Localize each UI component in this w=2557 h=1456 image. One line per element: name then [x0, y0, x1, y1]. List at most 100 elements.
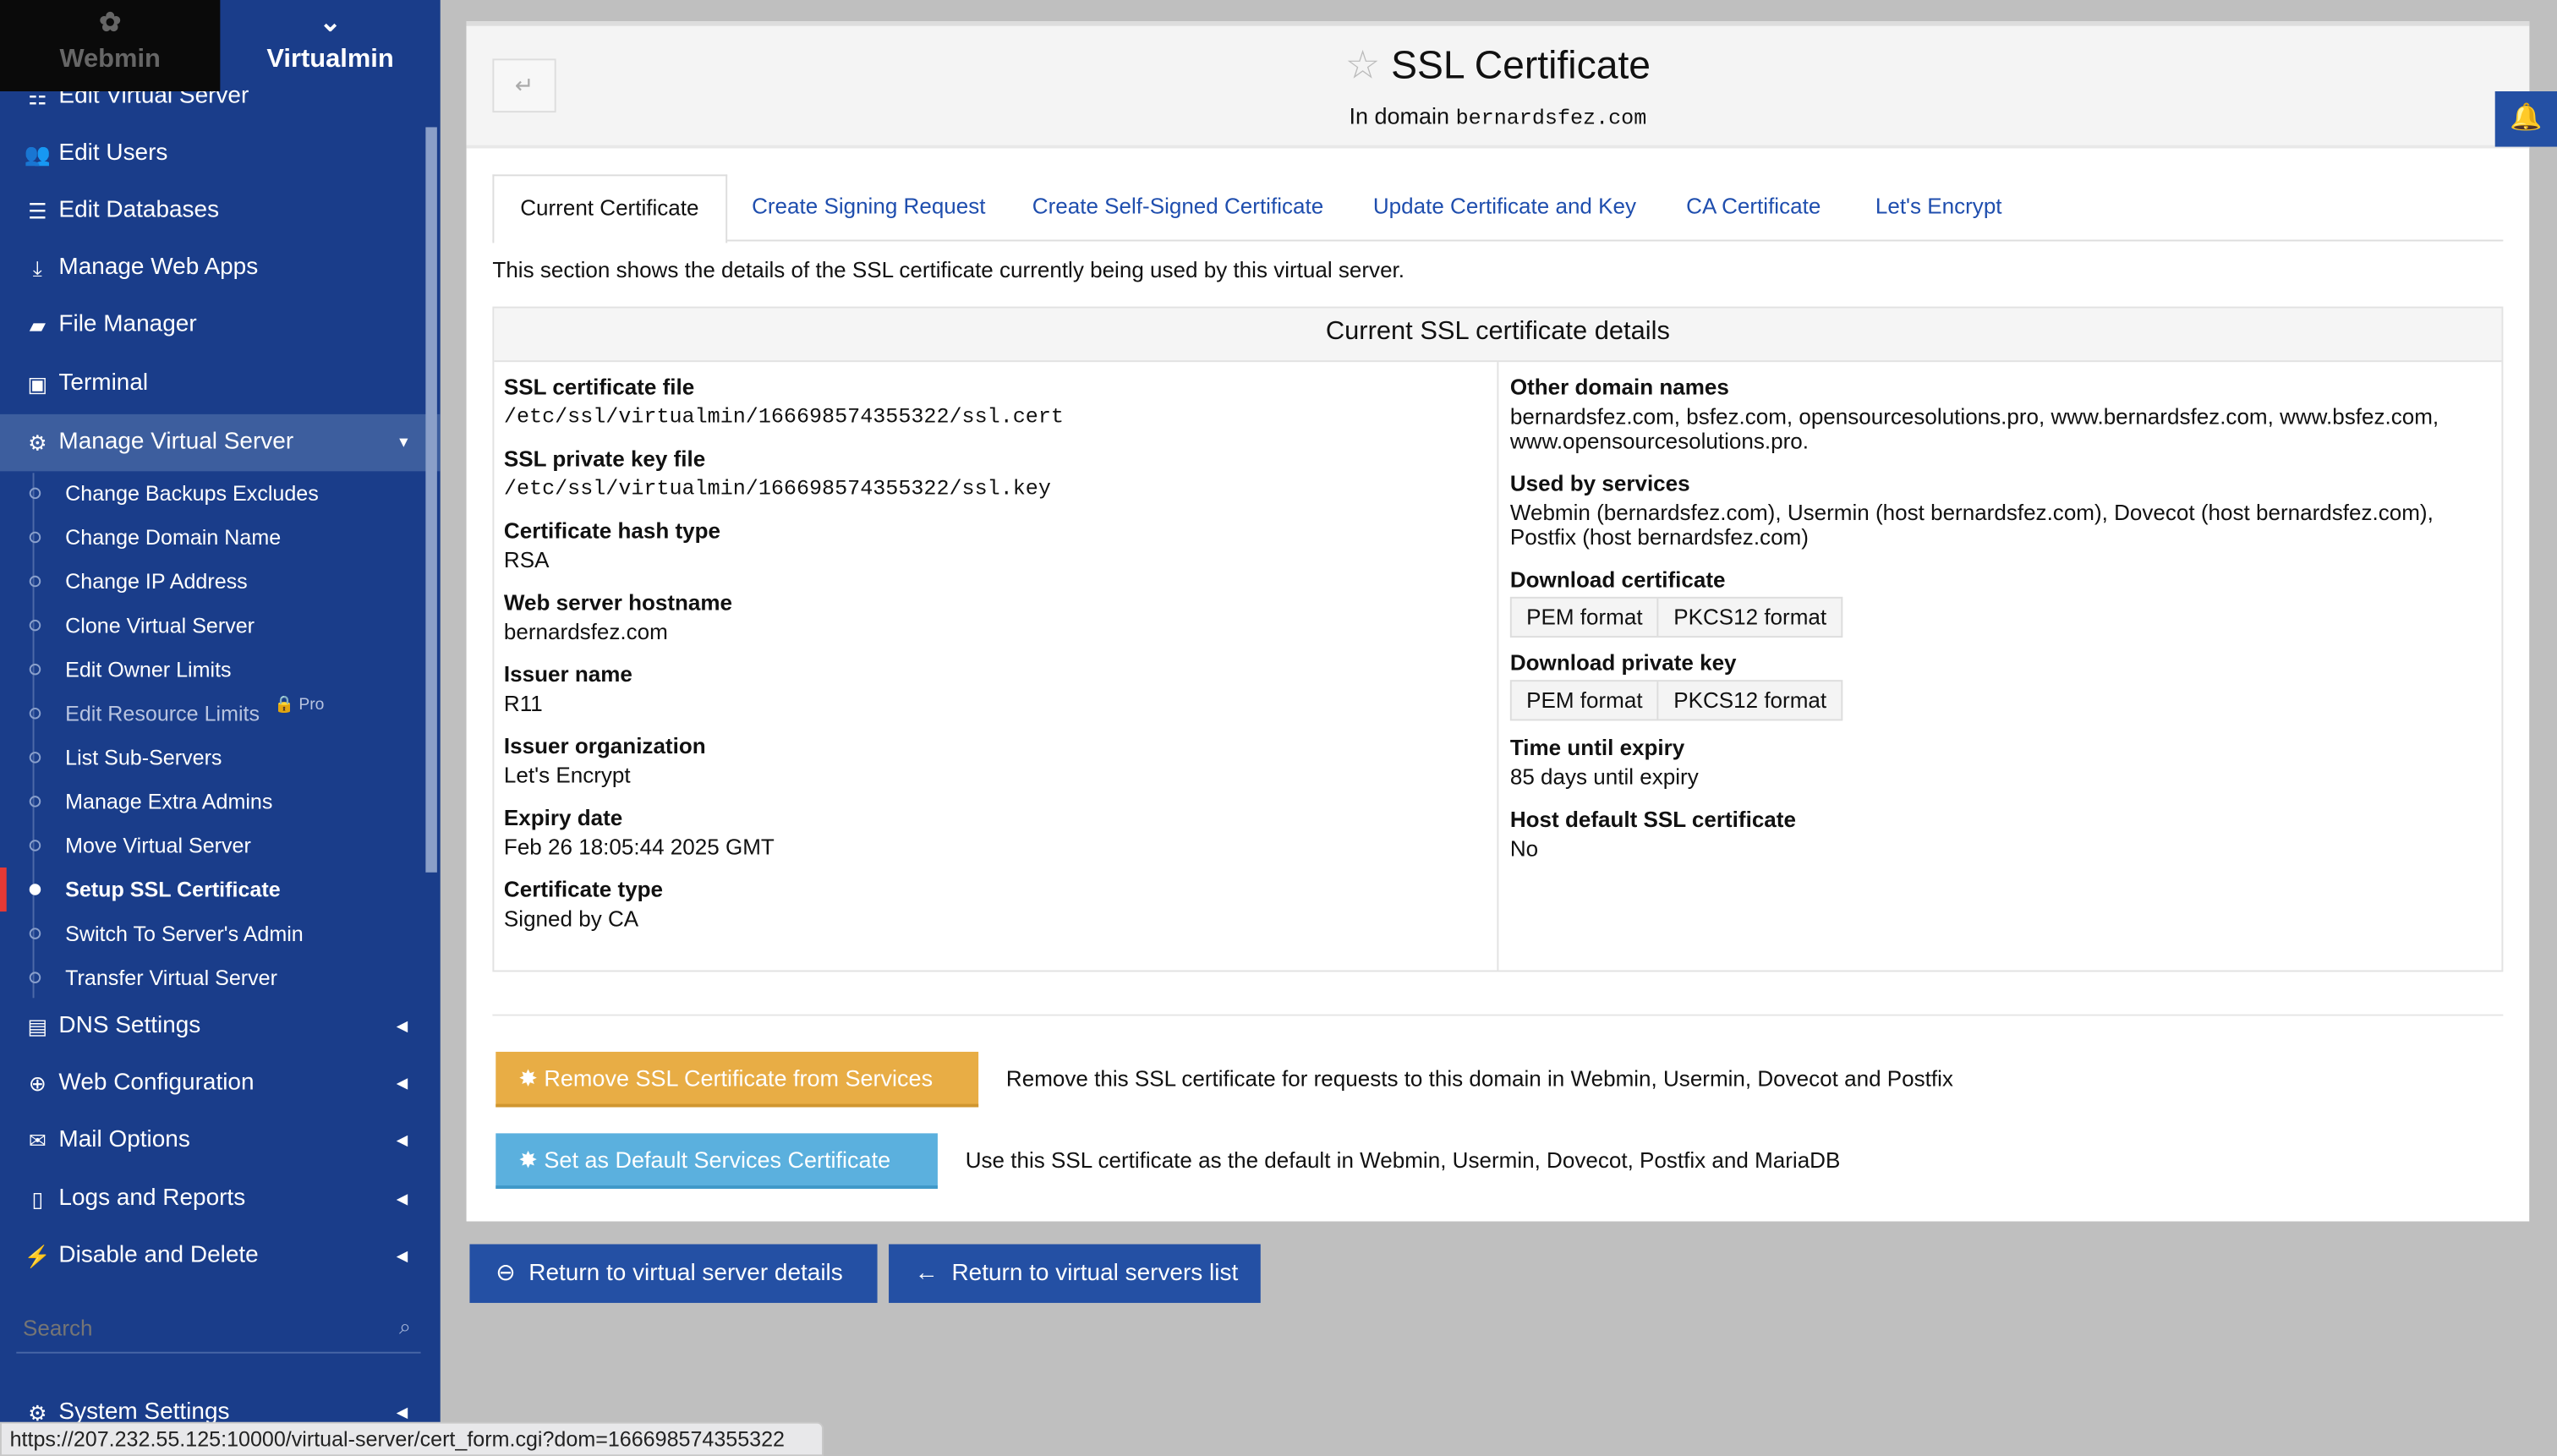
table-title: Current SSL certificate details: [494, 308, 2502, 363]
active-indicator: [0, 867, 7, 912]
download-key-group: PEM format PKCS12 format: [1509, 680, 1843, 721]
circle-arrow-left-icon: ⊖: [496, 1260, 516, 1287]
divider: [492, 1014, 2504, 1016]
envelope-open-icon: ✉: [28, 1128, 47, 1153]
other-domains: bernardsfez.com, bsfez.com, opensourceso…: [1509, 404, 2439, 454]
pro-badge: 🔒 Pro: [273, 696, 325, 714]
tab-current-certificate[interactable]: Current Certificate: [492, 174, 727, 244]
sidebar-item-disable-and-delete[interactable]: ⚡ Disable and Delete ◀: [0, 1228, 427, 1284]
file-icon: ▯: [31, 1186, 44, 1212]
sidebar-subitem[interactable]: Switch To Server's Admin: [0, 911, 427, 955]
return-to-list-button[interactable]: ← Return to virtual servers list: [889, 1244, 1261, 1303]
sidebar-subitem[interactable]: Change IP Address: [0, 559, 427, 603]
caret-left-icon: ◀: [396, 1017, 408, 1034]
sidebar-subitem[interactable]: Edit Resource Limits 🔒 Pro: [0, 692, 427, 736]
caret-left-icon: ◀: [396, 1190, 408, 1207]
bullet-icon: [29, 752, 41, 764]
detail-field: SSL private key file/etc/ssl/virtualmin/…: [503, 446, 1051, 501]
sidebar-scrollbar[interactable]: [425, 127, 437, 873]
caret-down-icon: ▼: [396, 433, 411, 451]
section-description: This section shows the details of the SS…: [492, 257, 1405, 282]
return-to-details-button[interactable]: ⊖ Return to virtual server details: [469, 1244, 878, 1303]
page-subtitle: In domain bernardsfez.com: [1349, 102, 1647, 131]
sidebar-item-edit-databases[interactable]: ☰ Edit Databases: [0, 183, 427, 239]
bell-icon: 🔔: [2510, 104, 2543, 133]
left-column: SSL certificate file/etc/ssl/virtualmin/…: [503, 364, 1482, 932]
download-key-pkcs12-button[interactable]: PKCS12 format: [1656, 681, 1842, 720]
sidebar-item-terminal[interactable]: ▣ Terminal: [0, 355, 427, 412]
page-header: ↵ ☆ SSL Certificate In domain bernardsfe…: [466, 25, 2530, 149]
download-cert-pkcs12-button[interactable]: PKCS12 format: [1656, 598, 1842, 637]
bullet-icon: [29, 619, 41, 632]
sidebar-subitem[interactable]: Clone Virtual Server: [0, 604, 427, 648]
caret-left-icon: ◀: [396, 1074, 408, 1092]
detail-field: Issuer organization Let's Encrypt: [503, 733, 706, 788]
tab-virtualmin[interactable]: ⌄ Virtualmin: [220, 0, 440, 91]
tab-update-certificate-and-key[interactable]: Update Certificate and Key: [1347, 174, 1662, 241]
plug-icon: ⚡: [24, 1244, 52, 1269]
main-panel: ↵ ☆ SSL Certificate In domain bernardsfe…: [466, 21, 2530, 1222]
sidebar-item-manage-web-apps[interactable]: ⤓ Manage Web Apps: [0, 239, 427, 296]
download-cert-pem-button[interactable]: PEM format: [1512, 599, 1657, 636]
terminal-icon: ▣: [27, 371, 48, 397]
check-badge-icon: ✸: [518, 1146, 538, 1173]
sidebar-item-dns-settings[interactable]: ▤ DNS Settings ◀: [0, 998, 427, 1054]
sidebar-subitem[interactable]: Manage Extra Admins: [0, 780, 427, 824]
detail-field: Issuer name R11: [503, 661, 632, 716]
sidebar-subitem[interactable]: Setup SSL Certificate: [0, 868, 427, 911]
detail-field: Expiry date Feb 26 18:05:44 2025 GMT: [503, 805, 775, 860]
bullet-icon: [29, 663, 41, 676]
sidebar-subitem[interactable]: Change Domain Name: [0, 515, 427, 559]
bullet-icon: [29, 928, 41, 939]
database-icon: ☰: [28, 199, 47, 224]
sidebar-subitem[interactable]: Move Virtual Server: [0, 824, 427, 868]
set-default-certificate-button[interactable]: ✸ Set as Default Services Certificate: [496, 1133, 938, 1189]
sidebar-search[interactable]: ⌕: [16, 1308, 421, 1354]
sidebar-search-input[interactable]: [19, 1314, 353, 1343]
download-box-icon: ⤓: [32, 255, 42, 281]
cog-icon: ✸: [518, 1065, 538, 1092]
bullet-icon: [29, 531, 41, 544]
sidebar-item-edit-users[interactable]: 👥 Edit Users: [0, 125, 427, 182]
sidebar-subitem[interactable]: Change Backups Excludes: [0, 471, 427, 515]
server-icon: ▤: [27, 1014, 48, 1039]
download-key-pem-button[interactable]: PEM format: [1512, 681, 1657, 719]
tab-webmin[interactable]: ✿ Webmin: [0, 0, 221, 91]
sidebar-subitem[interactable]: Transfer Virtual Server: [0, 955, 427, 999]
tab-ca-certificate[interactable]: CA Certificate: [1660, 174, 1847, 241]
bullet-icon: [29, 884, 41, 895]
notifications-button[interactable]: 🔔: [2494, 90, 2557, 147]
sidebar: ☷ Edit Virtual Server 👥 Edit Users ☰ Edit D…: [0, 0, 441, 1456]
detail-field: SSL certificate file/etc/ssl/virtualmin/…: [503, 375, 1064, 430]
sidebar-item-web-configuration[interactable]: ⊕ Web Configuration ◀: [0, 1055, 427, 1113]
star-icon[interactable]: ☆: [1345, 44, 1380, 88]
bullet-icon: [29, 972, 41, 983]
lock-icon: 🔒: [273, 696, 295, 714]
search-icon[interactable]: ⌕: [399, 1314, 411, 1340]
bullet-icon: [29, 575, 41, 588]
sidebar-item-mail-options[interactable]: ✉ Mail Options ◀: [0, 1112, 427, 1169]
users-cog-icon: 👥: [24, 141, 52, 167]
remove-ssl-certificate-button[interactable]: ✸ Remove SSL Certificate from Services: [496, 1051, 979, 1108]
sidebar-item-logs-and-reports[interactable]: ▯ Logs and Reports ◀: [0, 1171, 427, 1229]
sidebar-subitem[interactable]: Edit Owner Limits: [0, 648, 427, 692]
bullet-icon: [29, 707, 41, 720]
caret-left-icon: ◀: [396, 1247, 408, 1264]
page-title: SSL Certificate: [1391, 44, 1651, 89]
tab-create-signing-request[interactable]: Create Signing Request: [725, 174, 1011, 241]
sidebar-item-file-manager[interactable]: ▰ File Manager: [0, 297, 427, 353]
tab-create-self-signed-certificate[interactable]: Create Self-Signed Certificate: [1006, 174, 1350, 241]
bullet-icon: [29, 796, 41, 807]
page-title-row: ☆ SSL Certificate: [467, 42, 2530, 90]
sidebar-subitem[interactable]: List Sub-Servers: [0, 736, 427, 780]
folder-icon: ▰: [29, 313, 46, 338]
arrow-left-icon: ←: [914, 1260, 939, 1287]
globe-icon: ⊕: [28, 1071, 47, 1096]
bullet-icon: [29, 840, 41, 851]
detail-field: Web server hostname bernardsfez.com: [503, 590, 733, 644]
set-default-description: Use this SSL certificate as the default …: [965, 1147, 1841, 1173]
cert-details-table: Current SSL certificate details SSL cert…: [492, 306, 2504, 972]
sidebar-item-manage-virtual-server[interactable]: ⚙ Manage Virtual Server ▼: [0, 413, 441, 472]
tab-lets-encrypt[interactable]: Let's Encrypt: [1849, 174, 2028, 241]
cogs-icon: ⚙: [28, 430, 47, 456]
